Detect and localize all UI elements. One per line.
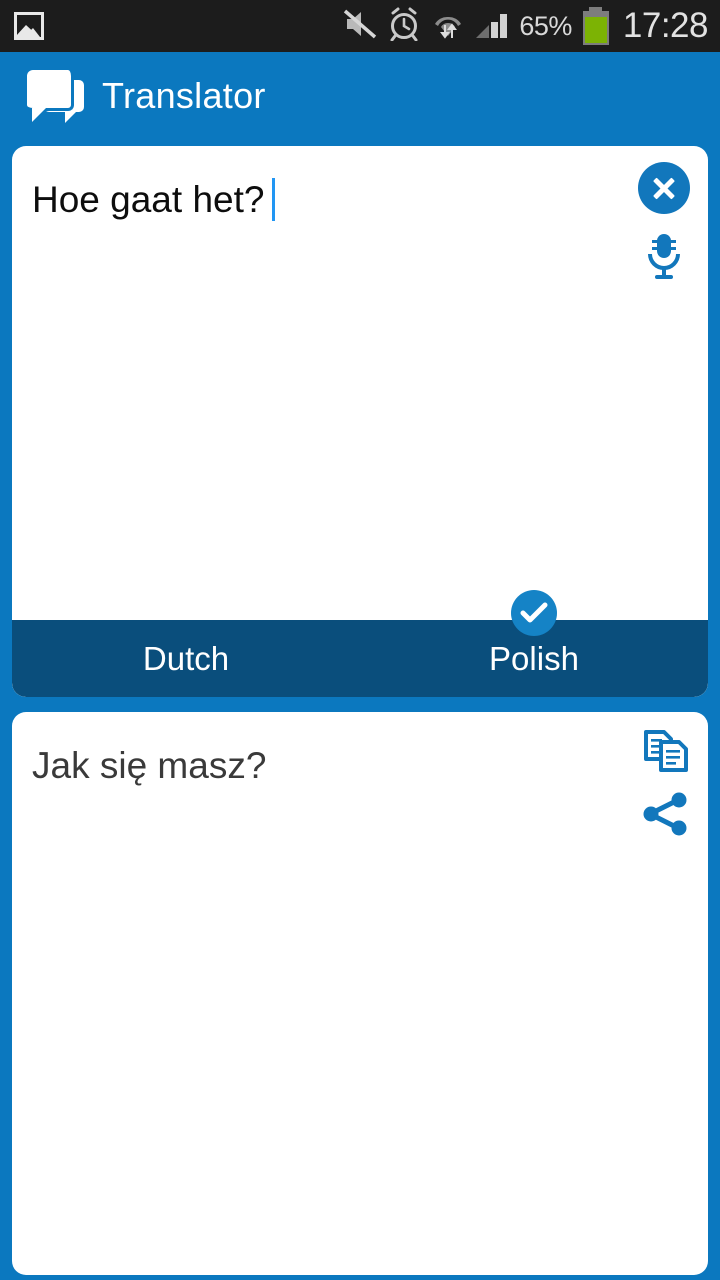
status-bar-left (14, 12, 44, 40)
check-icon (511, 589, 557, 636)
output-card: Jak się masz? (12, 712, 708, 1275)
wifi-data-icon (431, 7, 465, 45)
microphone-icon[interactable] (642, 232, 686, 282)
status-bar-right: 65% 17:28 (343, 6, 709, 46)
source-language-label: Dutch (142, 639, 230, 677)
target-language-label: Polish (489, 639, 579, 677)
volume-mute-icon (343, 8, 377, 45)
source-language-selector[interactable]: Dutch (12, 640, 360, 678)
battery-icon (582, 7, 609, 45)
output-action-icons (642, 728, 690, 836)
status-clock: 17:28 (622, 6, 709, 45)
source-text: Hoe gaat het? (32, 179, 265, 220)
signal-bars-icon (476, 8, 508, 44)
photo-icon (14, 12, 44, 40)
source-text-area[interactable]: Hoe gaat het? (12, 146, 708, 222)
clear-icon[interactable] (638, 162, 690, 214)
input-action-icons (638, 162, 690, 282)
alarm-clock-icon (388, 7, 420, 46)
share-icon[interactable] (642, 792, 690, 836)
copy-icon[interactable] (642, 728, 690, 774)
text-caret (272, 178, 276, 221)
battery-percentage: 65% (519, 10, 572, 41)
input-card: Hoe gaat het? Dutch Polish (12, 146, 708, 697)
page-title: Translator (102, 75, 266, 116)
target-language-selector[interactable]: Polish (360, 589, 708, 678)
language-bar: Dutch Polish (12, 589, 708, 697)
app-header: Translator (0, 52, 720, 140)
translated-text: Jak się masz? (32, 745, 267, 786)
speech-bubbles-icon (24, 67, 86, 125)
translated-text-area: Jak się masz? (12, 712, 708, 788)
status-bar: 65% 17:28 (0, 0, 720, 52)
